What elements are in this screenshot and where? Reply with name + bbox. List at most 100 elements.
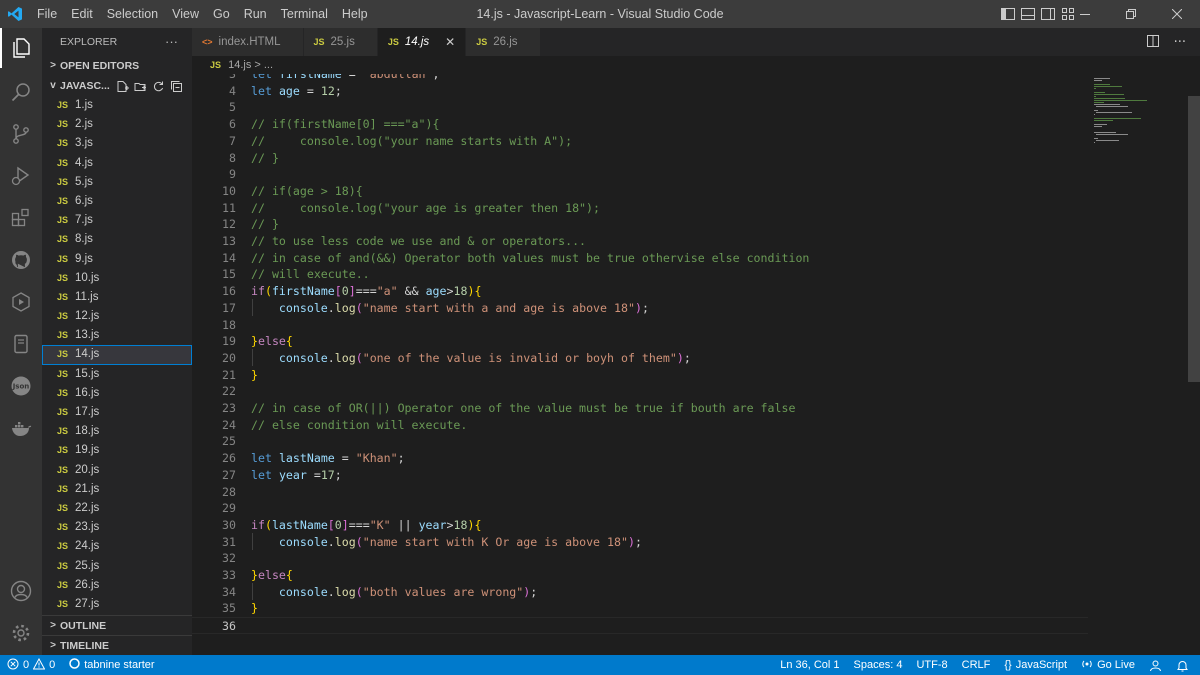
file-item-9-js[interactable]: JS 9.js <box>42 250 192 269</box>
code-line[interactable]: 23 // in case of OR(||) Operator one of t… <box>192 400 1088 417</box>
open-editors-section[interactable]: > OPEN EDITORS <box>42 56 192 76</box>
code-line[interactable]: 32 <box>192 550 1088 567</box>
file-item-14-js[interactable]: JS 14.js <box>42 345 192 365</box>
code-line[interactable]: 31 console.log("name start with K Or age… <box>192 534 1088 551</box>
tab-25-js[interactable]: JS 25.js <box>303 28 378 56</box>
file-item-21-js[interactable]: JS 21.js <box>42 480 192 499</box>
menu-view[interactable]: View <box>165 0 206 28</box>
file-item-24-js[interactable]: JS 24.js <box>42 537 192 556</box>
code-line[interactable]: 10 // if(age > 18){ <box>192 183 1088 200</box>
code-line[interactable]: 29 <box>192 500 1088 517</box>
indentation[interactable]: Spaces: 4 <box>847 655 910 675</box>
github-icon[interactable] <box>0 240 42 280</box>
extensions-icon[interactable] <box>0 198 42 238</box>
menu-edit[interactable]: Edit <box>64 0 100 28</box>
file-item-1-js[interactable]: JS 1.js <box>42 96 192 115</box>
tab-14-js[interactable]: JS 14.js ✕ <box>377 28 467 56</box>
file-item-25-js[interactable]: JS 25.js <box>42 557 192 576</box>
breadcrumb[interactable]: JS 14.js > ... <box>192 56 1200 74</box>
code-line[interactable]: 21} <box>192 367 1088 384</box>
code-line[interactable]: 16 if(firstName[0]==="a" && age>18){ <box>192 283 1088 300</box>
file-item-8-js[interactable]: JS 8.js <box>42 230 192 249</box>
docker-icon[interactable] <box>0 408 42 448</box>
remote-explorer-icon[interactable] <box>0 282 42 322</box>
vertical-scrollbar[interactable] <box>1188 74 1200 655</box>
file-item-7-js[interactable]: JS 7.js <box>42 211 192 230</box>
code-line[interactable]: 6 // if(firstName[0] ==="a"){ <box>192 116 1088 133</box>
timeline-section[interactable]: > TIMELINE <box>42 635 192 655</box>
accounts-icon[interactable] <box>1142 655 1169 675</box>
file-item-4-js[interactable]: JS 4.js <box>42 154 192 173</box>
file-item-12-js[interactable]: JS 12.js <box>42 307 192 326</box>
code-line[interactable]: 5 <box>192 99 1088 116</box>
tab-26-js[interactable]: JS 26.js <box>466 28 541 56</box>
code-line[interactable]: 11 // console.log("your age is greater th… <box>192 200 1088 217</box>
code-line[interactable]: 15 // will execute.. <box>192 266 1088 283</box>
restore-button[interactable] <box>1108 0 1154 28</box>
code-line[interactable]: 14 // in case of and(&&) Operator both va… <box>192 250 1088 267</box>
menu-selection[interactable]: Selection <box>100 0 165 28</box>
code-line[interactable]: 33}else{ <box>192 567 1088 584</box>
file-item-15-js[interactable]: JS 15.js <box>42 365 192 384</box>
close-window-button[interactable] <box>1154 0 1200 28</box>
outline-section[interactable]: > OUTLINE <box>42 615 192 636</box>
file-item-18-js[interactable]: JS 18.js <box>42 422 192 441</box>
file-item-10-js[interactable]: JS 10.js <box>42 269 192 288</box>
code-line[interactable]: 24 // else condition will execute. <box>192 417 1088 434</box>
code-line[interactable]: 4 let age = 12; <box>192 83 1088 100</box>
code-line[interactable]: 36 <box>192 617 1088 634</box>
code-line[interactable]: 18 <box>192 317 1088 334</box>
menu-go[interactable]: Go <box>206 0 237 28</box>
account-icon[interactable] <box>0 571 42 611</box>
code-line[interactable]: 35} <box>192 600 1088 617</box>
toggle-panel-icon[interactable] <box>1020 6 1036 22</box>
code-editor[interactable]: 3 let firstName = "abdullah"; 4 let age = 1… <box>192 74 1088 655</box>
file-item-26-js[interactable]: JS 26.js <box>42 576 192 595</box>
encoding[interactable]: UTF-8 <box>909 655 954 675</box>
menu-run[interactable]: Run <box>237 0 274 28</box>
run-debug-icon[interactable] <box>0 156 42 196</box>
toggle-primary-sidebar-icon[interactable] <box>1000 6 1016 22</box>
language-mode[interactable]: {} JavaScript <box>997 655 1074 675</box>
file-item-17-js[interactable]: JS 17.js <box>42 403 192 422</box>
code-line[interactable]: 28 <box>192 484 1088 501</box>
file-item-16-js[interactable]: JS 16.js <box>42 384 192 403</box>
code-line[interactable]: 20 console.log("one of the value is inva… <box>192 350 1088 367</box>
split-editor-icon[interactable] <box>1146 34 1160 51</box>
device-icon[interactable] <box>0 324 42 364</box>
code-line[interactable]: 3 let firstName = "abdullah"; <box>192 74 1088 83</box>
file-item-13-js[interactable]: JS 13.js <box>42 326 192 345</box>
refresh-icon[interactable] <box>152 80 165 93</box>
code-line[interactable]: 22 <box>192 383 1088 400</box>
code-line[interactable]: 19}else{ <box>192 333 1088 350</box>
more-actions-icon[interactable]: ··· <box>165 28 178 56</box>
code-line[interactable]: 25 <box>192 433 1088 450</box>
file-item-19-js[interactable]: JS 19.js <box>42 441 192 460</box>
json-icon[interactable]: Json <box>0 366 42 406</box>
code-line[interactable]: 7 // console.log("your name starts with A… <box>192 133 1088 150</box>
code-line[interactable]: 13 // to use less code we use and & or op… <box>192 233 1088 250</box>
notifications-bell-icon[interactable] <box>1169 655 1196 675</box>
source-control-icon[interactable] <box>0 114 42 154</box>
scrollbar-thumb[interactable] <box>1188 96 1200 382</box>
end-of-line[interactable]: CRLF <box>955 655 998 675</box>
search-icon[interactable] <box>0 72 42 112</box>
settings-gear-icon[interactable] <box>0 613 42 653</box>
menu-file[interactable]: File <box>30 0 64 28</box>
new-file-icon[interactable] <box>116 80 129 93</box>
code-line[interactable]: 17 console.log("name start with a and ag… <box>192 300 1088 317</box>
file-item-23-js[interactable]: JS 23.js <box>42 518 192 537</box>
go-live-button[interactable]: Go Live <box>1074 655 1142 675</box>
menu-help[interactable]: Help <box>335 0 375 28</box>
toggle-secondary-sidebar-icon[interactable] <box>1040 6 1056 22</box>
minimap[interactable] <box>1088 74 1188 655</box>
file-item-2-js[interactable]: JS 2.js <box>42 115 192 134</box>
code-line[interactable]: 26 let lastName = "Khan"; <box>192 450 1088 467</box>
file-item-20-js[interactable]: JS 20.js <box>42 461 192 480</box>
problems-indicator[interactable]: 0 0 <box>0 655 62 675</box>
file-item-6-js[interactable]: JS 6.js <box>42 192 192 211</box>
explorer-icon[interactable] <box>0 28 42 68</box>
cursor-position[interactable]: Ln 36, Col 1 <box>773 655 846 675</box>
code-line[interactable]: 27 let year =17; <box>192 467 1088 484</box>
tabnine-status[interactable]: tabnine starter <box>62 655 161 675</box>
